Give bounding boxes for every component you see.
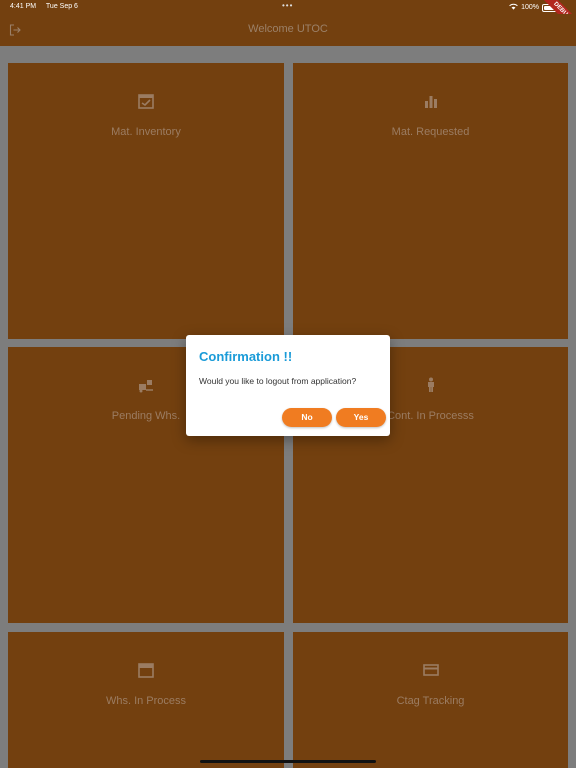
tile-ctag-tracking[interactable]: Ctag Tracking bbox=[293, 632, 568, 768]
tile-label: Whs. In Process bbox=[105, 695, 187, 707]
status-bar: 4:41 PM Tue Sep 6 ••• 100% bbox=[0, 0, 576, 14]
tile-whs-in-process[interactable]: Whs. In Process bbox=[8, 632, 284, 768]
tile-label: Ctag Tracking bbox=[396, 695, 465, 707]
forklift-icon bbox=[137, 376, 155, 394]
page-title: Welcome UTOC bbox=[248, 23, 328, 35]
tile-mat-requested[interactable]: Mat. Requested bbox=[293, 63, 568, 339]
status-time: 4:41 PM bbox=[10, 3, 37, 10]
wifi-icon bbox=[509, 3, 518, 12]
home-indicator[interactable] bbox=[200, 760, 376, 763]
person-cargo-icon bbox=[422, 376, 440, 394]
inventory-icon bbox=[137, 92, 155, 110]
status-date: Tue Sep 6 bbox=[45, 3, 78, 10]
logout-confirmation-dialog: Confirmation !! Would you like to logout… bbox=[186, 335, 390, 436]
multitasking-dots-icon[interactable]: ••• bbox=[282, 1, 293, 10]
calendar-icon bbox=[137, 661, 155, 679]
tile-label: Mat. Requested bbox=[391, 126, 470, 138]
battery-percent: 100% bbox=[521, 4, 539, 11]
yes-button[interactable]: Yes bbox=[336, 408, 386, 427]
dialog-title: Confirmation !! bbox=[199, 349, 293, 364]
no-button[interactable]: No bbox=[282, 408, 332, 427]
tile-mat-inventory[interactable]: Mat. Inventory bbox=[8, 63, 284, 339]
card-icon bbox=[422, 661, 440, 679]
app-bar: Welcome UTOC bbox=[0, 14, 576, 46]
bar-chart-icon bbox=[422, 92, 440, 110]
tile-label: Mat. Inventory bbox=[111, 126, 181, 138]
dialog-message: Would you like to logout from applicatio… bbox=[199, 376, 357, 386]
